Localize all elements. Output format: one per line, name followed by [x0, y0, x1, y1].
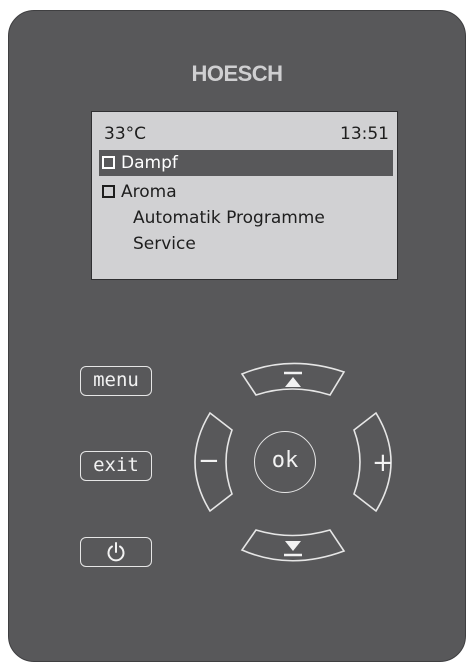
ok-button[interactable]: ok — [254, 431, 316, 493]
arrow-down-to-bottom-icon — [284, 541, 302, 557]
plus-icon: + — [372, 448, 394, 478]
minus-icon: − — [198, 446, 220, 476]
direction-pad — [194, 362, 392, 562]
arrow-up-to-top-icon — [284, 371, 302, 387]
